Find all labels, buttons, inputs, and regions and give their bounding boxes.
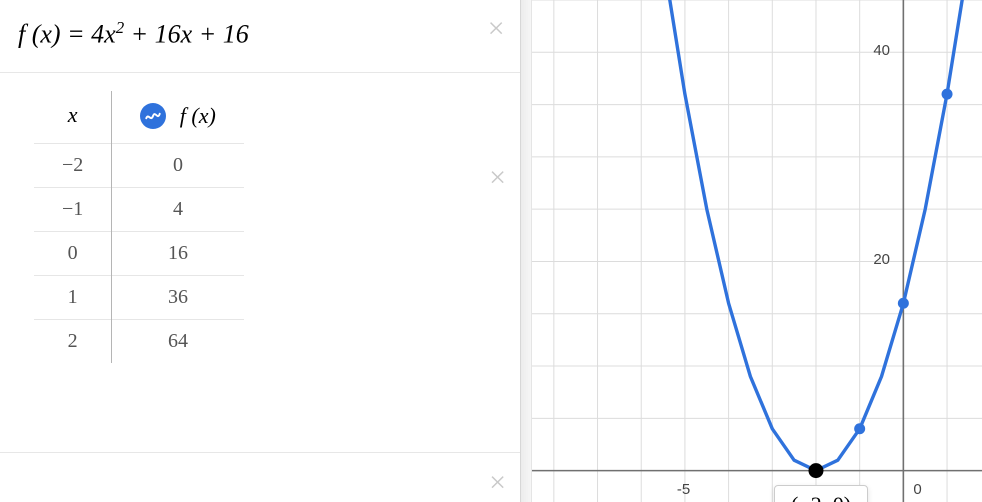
table-row[interactable]: −20 <box>34 143 244 187</box>
expression-eq: = 4 <box>61 20 105 49</box>
table-row[interactable]: 264 <box>34 319 244 363</box>
squiggle-icon[interactable] <box>140 103 166 129</box>
expression-rest: + 16x + 16 <box>124 20 249 49</box>
table-row-wrapper[interactable]: × x f (x) −20 −14 <box>0 73 520 453</box>
expression-lhs: f (x) <box>18 20 61 49</box>
close-icon[interactable]: × <box>486 14 506 44</box>
table-row[interactable]: −14 <box>34 187 244 231</box>
table-header-fx: f (x) <box>112 91 244 143</box>
graph-svg <box>532 0 982 502</box>
x-tick-minus5: -5 <box>677 481 690 498</box>
selected-point-label: (−2, 0) <box>774 485 868 502</box>
graph-pane[interactable]: -5 0 20 40 (−2, 0) <box>532 0 982 502</box>
table-row[interactable]: 016 <box>34 231 244 275</box>
expression-var: x <box>104 20 116 49</box>
expression-list: f (x) = 4x2 + 16x + 16 × × x f (x) <box>0 0 520 502</box>
y-tick-40: 40 <box>873 42 890 59</box>
pane-divider[interactable] <box>520 0 532 502</box>
expression-sup: 2 <box>116 18 124 37</box>
value-table: x f (x) −20 −14 016 136 264 <box>34 91 244 363</box>
expression-row-1[interactable]: f (x) = 4x2 + 16x + 16 × <box>0 0 520 73</box>
close-icon[interactable]: × <box>489 163 506 193</box>
app-root: f (x) = 4x2 + 16x + 16 × × x f (x) <box>0 0 982 502</box>
close-icon[interactable]: × <box>489 468 506 498</box>
x-tick-0: 0 <box>913 481 921 498</box>
y-tick-20: 20 <box>873 251 890 268</box>
table-row[interactable]: 136 <box>34 275 244 319</box>
table-header-x: x <box>34 91 112 143</box>
